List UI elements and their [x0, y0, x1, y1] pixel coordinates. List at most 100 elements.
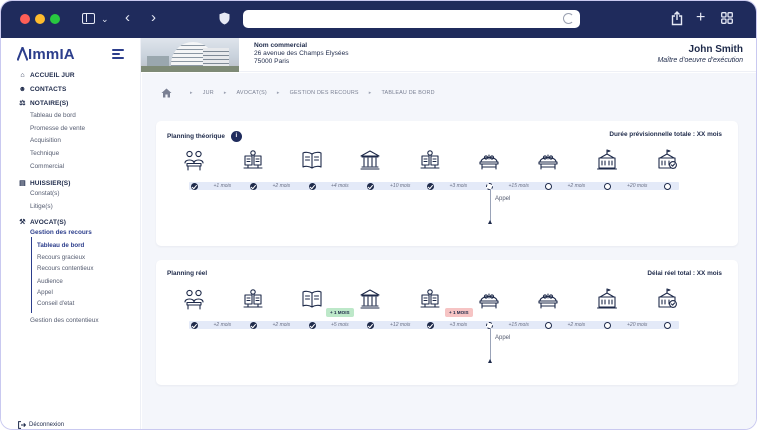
- segment-duration-label: +3 mois: [449, 322, 468, 328]
- step-done-marker[interactable]: [366, 182, 374, 190]
- user-role: Maître d'oeuvre d'exécution: [657, 57, 743, 64]
- nav-conseil-d-etat[interactable]: Conseil d'etat: [37, 300, 74, 307]
- logout-icon: [18, 421, 26, 429]
- segment-duration-label: +20 mois: [627, 322, 648, 328]
- step-todo-marker[interactable]: [603, 182, 611, 190]
- nav-technique[interactable]: Technique: [30, 150, 59, 157]
- address-bar[interactable]: [243, 10, 580, 28]
- nav-accueil-jur[interactable]: ⌂ ACCUEIL JUR: [18, 72, 75, 79]
- step-done-marker[interactable]: [190, 182, 198, 190]
- user-name: John Smith: [688, 44, 743, 55]
- company-info: Nom commercial 26 avenue des Champs Elys…: [254, 42, 349, 66]
- documents-icon: [420, 150, 440, 169]
- hearing-icon: [479, 154, 499, 170]
- nav-constats[interactable]: Constat(s): [30, 190, 59, 197]
- maximize-window-button[interactable]: [50, 14, 60, 24]
- nav-promesse-de-vente[interactable]: Promesse de vente: [30, 125, 85, 132]
- book-icon: [302, 290, 322, 308]
- step-done-marker[interactable]: [249, 182, 257, 190]
- minimize-window-button[interactable]: [35, 14, 45, 24]
- home-icon: ⌂: [20, 72, 25, 79]
- nav-notaires[interactable]: ⚖ NOTAIRE(S): [18, 99, 68, 108]
- new-tab-icon[interactable]: +: [696, 10, 705, 26]
- segment-duration-label: +2 mois: [567, 183, 586, 189]
- card-title: Planning théorique i: [167, 131, 242, 142]
- nav-avocats[interactable]: ⚒ AVOCAT(S): [18, 218, 66, 227]
- project-photo: [141, 38, 239, 72]
- government-icon: [596, 149, 618, 170]
- breadcrumb-gestion-des-recours[interactable]: GESTION DES RECOURS: [290, 90, 359, 96]
- step-todo-marker[interactable]: [663, 321, 671, 329]
- app-logo[interactable]: ImmIA: [16, 44, 75, 63]
- step-todo-marker[interactable]: [603, 321, 611, 329]
- step-done-marker[interactable]: [426, 182, 434, 190]
- breadcrumb-avocats[interactable]: AVOCAT(S): [237, 90, 267, 96]
- submenu-indicator: [31, 237, 32, 313]
- segment-duration-label: +10 mois: [390, 183, 411, 189]
- reload-icon[interactable]: [563, 13, 574, 24]
- step-pending-marker[interactable]: [485, 321, 493, 329]
- step-done-marker[interactable]: [366, 321, 374, 329]
- nav-label: ACCUEIL JUR: [30, 72, 75, 79]
- step-todo-marker[interactable]: [544, 182, 552, 190]
- breadcrumb-jur[interactable]: JUR: [203, 90, 214, 96]
- collapse-menu-icon[interactable]: [112, 49, 126, 59]
- chevron-down-icon[interactable]: ⌄: [101, 13, 109, 26]
- nav-appel[interactable]: Appel: [37, 289, 53, 296]
- back-arrow-icon[interactable]: ‹: [125, 10, 130, 25]
- nav-recours-gracieux[interactable]: Recours gracieux: [37, 254, 85, 261]
- segment-duration-label: +3 mois: [449, 183, 468, 189]
- breadcrumb-separator-icon: ▸: [223, 90, 227, 96]
- documents-icon: [243, 289, 263, 308]
- close-window-button[interactable]: [20, 14, 30, 24]
- nav-gestion-des-contentieux[interactable]: Gestion des contentieux: [30, 317, 99, 324]
- nav-recours-tableau-de-bord[interactable]: Tableau de bord: [37, 242, 84, 249]
- step-todo-marker[interactable]: [663, 182, 671, 190]
- main-content: ▸ JUR ▸ AVOCAT(S) ▸ GESTION DES RECOURS …: [142, 73, 756, 429]
- tab-overview-icon[interactable]: [721, 12, 733, 24]
- segment-duration-label: +12 mois: [390, 322, 411, 328]
- meeting-icon: [184, 289, 204, 310]
- sidebar-toggle-icon[interactable]: [82, 13, 95, 24]
- nav-commercial[interactable]: Commercial: [30, 163, 64, 170]
- nav-gestion-des-recours[interactable]: Gestion des recours: [30, 229, 92, 236]
- info-icon[interactable]: i: [230, 131, 242, 142]
- browser-toolbar: ⌄ ‹ › +: [1, 1, 756, 38]
- nav-contacts[interactable]: ☻ CONTACTS: [18, 86, 67, 93]
- breadcrumb-separator-icon: ▸: [368, 90, 372, 96]
- breadcrumb-separator-icon: ▸: [190, 90, 193, 96]
- hearing-icon: [538, 154, 558, 170]
- step-done-marker[interactable]: [308, 321, 316, 329]
- step-pending-marker[interactable]: [485, 182, 493, 190]
- step-done-marker[interactable]: [426, 321, 434, 329]
- card-title-text: Planning réel: [167, 270, 208, 277]
- courthouse-icon: [360, 289, 380, 309]
- nav-notaire-tableau-de-bord[interactable]: Tableau de bord: [30, 112, 76, 119]
- company-address-line1: 26 avenue des Champs Elysées: [254, 50, 349, 57]
- step-done-marker[interactable]: [190, 321, 198, 329]
- delay-badge: + 1 MOIS: [445, 308, 473, 317]
- nav-litiges[interactable]: Litige(s): [30, 203, 53, 210]
- share-icon[interactable]: [671, 11, 683, 26]
- breadcrumb-separator-icon: ▸: [276, 90, 280, 96]
- breadcrumb-tableau-de-bord: TABLEAU DE BORD: [381, 90, 435, 96]
- user-icon: ☻: [18, 86, 27, 93]
- nav-acquisition[interactable]: Acquisition: [30, 137, 61, 144]
- current-phase-arrow-icon: [488, 220, 492, 224]
- nav-recours-contentieux[interactable]: Recours contentieux: [37, 265, 93, 272]
- user-info[interactable]: John Smith Maître d'oeuvre d'exécution: [657, 44, 743, 64]
- segment-duration-label: +2 mois: [213, 322, 232, 328]
- step-done-marker[interactable]: [249, 321, 257, 329]
- company-address-line2: 75000 Paris: [254, 58, 290, 65]
- nav-huissiers[interactable]: ▤ HUISSIER(S): [18, 179, 70, 188]
- government-icon: [596, 288, 618, 309]
- current-phase-line: [490, 328, 491, 362]
- current-phase-label: Appel: [495, 196, 511, 202]
- home-icon[interactable]: [161, 88, 172, 98]
- step-todo-marker[interactable]: [544, 321, 552, 329]
- nav-audience[interactable]: Audience: [37, 278, 63, 285]
- scale-icon: ⚖: [19, 100, 26, 107]
- step-done-marker[interactable]: [308, 182, 316, 190]
- forward-arrow-icon[interactable]: ›: [151, 10, 156, 25]
- logout-button[interactable]: Déconnexion: [18, 421, 64, 429]
